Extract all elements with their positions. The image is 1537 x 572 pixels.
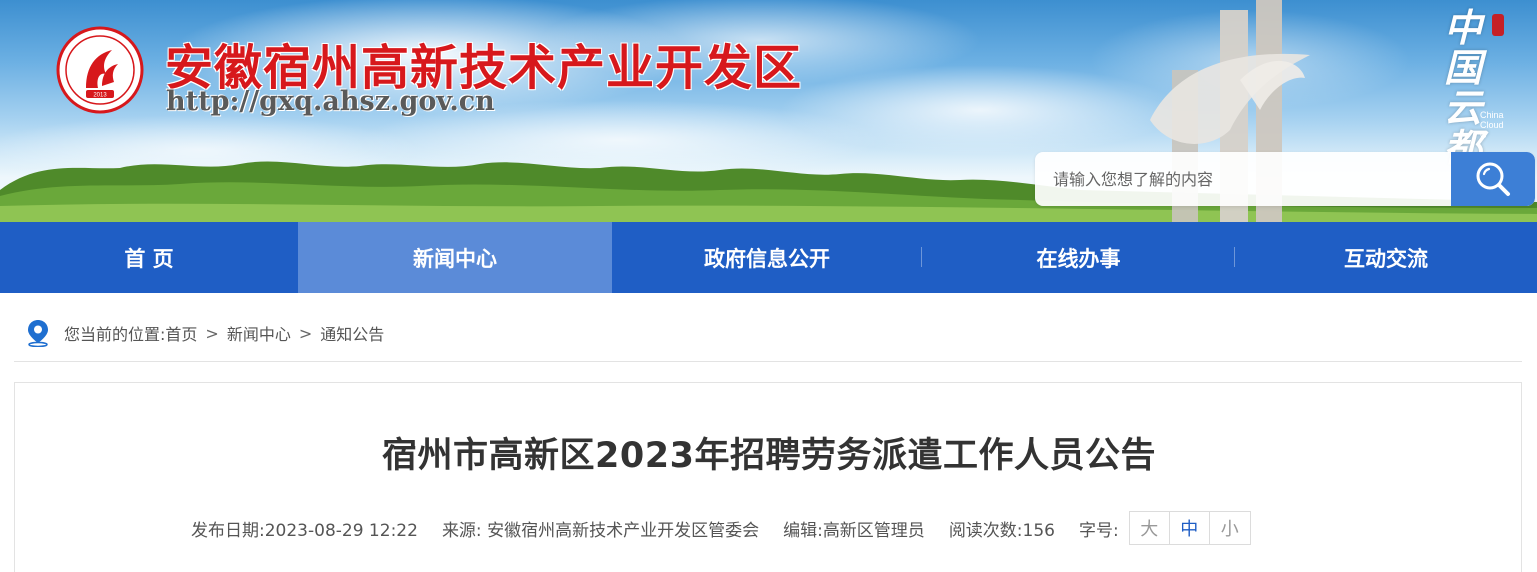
breadcrumb-link-notices[interactable]: 通知公告: [320, 321, 384, 345]
nav-item-online-service[interactable]: 在线办事: [922, 222, 1235, 293]
site-url: http://gxq.ahsz.gov.cn: [166, 86, 495, 117]
breadcrumb-prefix: 您当前的位置:: [64, 325, 166, 344]
source-value: 安徽宿州高新技术产业开发区管委会: [487, 520, 760, 541]
main-nav: 首 页 新闻中心 政府信息公开 在线办事 互动交流: [0, 222, 1537, 293]
font-size-switch: 大 中 小: [1128, 511, 1251, 545]
editor-label: 编辑:: [783, 520, 823, 541]
view-count-label: 阅读次数:: [948, 520, 1023, 541]
breadcrumb: 您当前的位置: 首页 > 新闻中心 > 通知公告: [14, 305, 1522, 362]
breadcrumb-link-news[interactable]: 新闻中心: [227, 321, 291, 345]
svg-text:2013: 2013: [93, 93, 107, 99]
header-banner: 2013 安徽宿州高新技术产业开发区 http://gxq.ahsz.gov.c…: [0, 0, 1537, 222]
article-meta: 发布日期:2023-08-29 12:22 来源: 安徽宿州高新技术产业开发区管…: [191, 510, 1251, 546]
nav-item-home[interactable]: 首 页: [0, 222, 298, 293]
editor-value: 高新区管理员: [822, 520, 925, 541]
breadcrumb-separator: >: [298, 323, 313, 343]
red-seal-mark: [1492, 14, 1504, 36]
search-box: [1035, 152, 1535, 206]
china-cloud-brand: 中国云都 China Cloud C: [1440, 8, 1520, 168]
nav-item-label: 政府信息公开: [704, 246, 830, 271]
breadcrumb-link-home[interactable]: 首页: [165, 321, 197, 345]
source: 来源: 安徽宿州高新技术产业开发区管委会: [442, 516, 759, 541]
nav-item-label: 首 页: [124, 246, 174, 271]
publish-date-label: 发布日期:: [191, 520, 265, 541]
font-size-label: 字号:: [1079, 520, 1119, 541]
search-input[interactable]: [1035, 152, 1451, 206]
gxq-emblem-logo: 2013: [56, 26, 144, 114]
source-label: 来源:: [441, 520, 482, 541]
font-size-small-button[interactable]: 小: [1210, 512, 1250, 544]
view-count: 阅读次数:156: [949, 516, 1055, 541]
china-cloud-brand-en: China Cloud C: [1480, 110, 1504, 140]
location-pin-icon: [28, 320, 48, 347]
nav-item-label: 互动交流: [1344, 246, 1428, 271]
nav-item-news[interactable]: 新闻中心: [298, 222, 612, 293]
view-count-value: 156: [1022, 520, 1055, 541]
nav-item-label: 在线办事: [1036, 246, 1121, 271]
nav-item-label: 新闻中心: [413, 246, 497, 271]
editor: 编辑:高新区管理员: [783, 516, 925, 541]
article-panel: 宿州市高新区2023年招聘劳务派遣工作人员公告 发布日期:2023-08-29 …: [14, 382, 1522, 572]
nav-item-gov-info[interactable]: 政府信息公开: [612, 222, 922, 293]
nav-item-interaction[interactable]: 互动交流: [1235, 222, 1537, 293]
search-icon: [1476, 162, 1510, 196]
publish-date: 发布日期:2023-08-29 12:22: [191, 516, 418, 541]
breadcrumb-separator: >: [205, 323, 219, 343]
publish-date-value: 2023-08-29 12:22: [264, 520, 418, 541]
article-title: 宿州市高新区2023年招聘劳务派遣工作人员公告: [382, 436, 1156, 476]
search-button[interactable]: [1451, 152, 1535, 206]
font-size-medium-button[interactable]: 中: [1170, 512, 1210, 544]
font-size-large-button[interactable]: 大: [1130, 512, 1170, 544]
